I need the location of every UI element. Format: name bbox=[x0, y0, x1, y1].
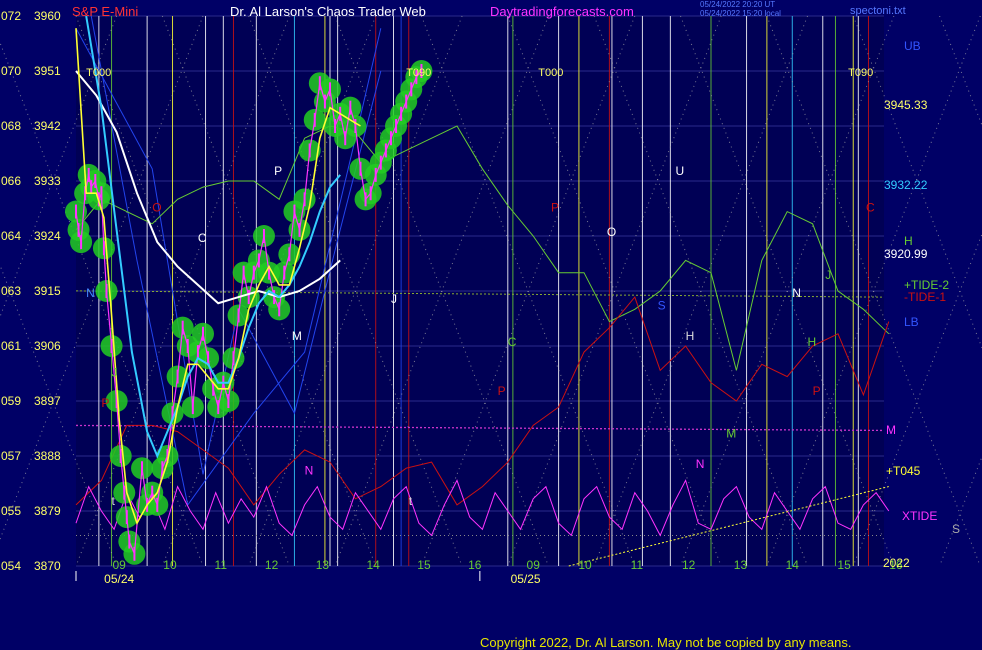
x-date-label: 05/24 bbox=[104, 572, 134, 586]
right-level-label: M bbox=[886, 423, 896, 437]
chart-letter: P bbox=[101, 396, 109, 410]
chart-letter: N bbox=[792, 286, 801, 300]
x-hour-tick: 12 bbox=[265, 558, 279, 572]
right-level-label: 3920.99 bbox=[884, 247, 928, 261]
header-timestamp: 05/24/2022 15:20 local bbox=[700, 9, 781, 18]
chart-letter: C bbox=[508, 335, 517, 349]
y-tick-inner: 3924 bbox=[34, 229, 61, 243]
x-hour-tick: 15 bbox=[417, 558, 431, 572]
x-hour-tick: 13 bbox=[734, 558, 748, 572]
cycle-label: T090 bbox=[406, 67, 431, 79]
right-level-label: LB bbox=[904, 315, 919, 329]
y-tick-inner: 3933 bbox=[34, 174, 61, 188]
y-tick-outer: 072 bbox=[1, 9, 21, 23]
x-hour-tick: 10 bbox=[578, 558, 592, 572]
x-hour-tick: 14 bbox=[367, 558, 381, 572]
chart-letter: P bbox=[274, 164, 282, 178]
chart-canvas: 072 3960 070 3951 068 3942 066 3933 064 3924 063 39… bbox=[0, 0, 982, 586]
x-hour-tick: 16 bbox=[468, 558, 482, 572]
y-tick-outer: 066 bbox=[1, 174, 21, 188]
right-level-label: H bbox=[904, 234, 913, 248]
x-date-label: 05/25 bbox=[511, 572, 541, 586]
x-hour-tick: 13 bbox=[316, 558, 330, 572]
y-tick-outer: 068 bbox=[1, 119, 21, 133]
chart-letter: J bbox=[112, 366, 118, 380]
x-hour-tick: 14 bbox=[786, 558, 800, 572]
y-tick-inner: 3897 bbox=[34, 394, 61, 408]
y-tick-inner: 3960 bbox=[34, 9, 61, 23]
x-hour-tick: 09 bbox=[527, 558, 541, 572]
copyright-notice: Copyright 2022, Dr. Al Larson. May not b… bbox=[480, 635, 852, 650]
x-hour-tick: 11 bbox=[631, 558, 644, 572]
right-level-label: 3945.33 bbox=[884, 98, 928, 112]
y-tick-outer: 059 bbox=[1, 394, 21, 408]
y-tick-outer: 054 bbox=[1, 559, 21, 573]
y-tick-outer: 070 bbox=[1, 64, 21, 78]
chart-letter: J bbox=[825, 268, 831, 282]
right-level-label: XTIDE bbox=[902, 509, 937, 523]
cycle-label: T000 bbox=[86, 67, 111, 79]
header-instrument: S&P E-Mini bbox=[72, 4, 138, 19]
y-tick-inner: 3879 bbox=[34, 504, 61, 518]
x-hour-tick: 11 bbox=[215, 558, 228, 572]
chart-letter: J bbox=[391, 292, 397, 306]
chart-letter: C bbox=[198, 231, 207, 245]
cycle-label: T000 bbox=[538, 67, 563, 79]
y-tick-outer: 063 bbox=[1, 284, 21, 298]
header-site: Daytradingforecasts.com bbox=[490, 4, 634, 19]
y-tick-outer: 055 bbox=[1, 504, 21, 518]
x-hour-tick: 15 bbox=[837, 558, 851, 572]
x-hour-tick: 09 bbox=[113, 558, 127, 572]
year-label: 2022 bbox=[883, 556, 910, 570]
right-level-label: S bbox=[952, 522, 960, 536]
x-hour-tick: 12 bbox=[682, 558, 696, 572]
y-tick-inner: 3888 bbox=[34, 449, 61, 463]
chart-letter: M bbox=[726, 427, 736, 441]
chart-letter: M bbox=[292, 329, 302, 343]
chart-letter: U bbox=[675, 164, 684, 178]
chart-letter: H bbox=[808, 335, 817, 349]
y-tick-inner: 3915 bbox=[34, 284, 61, 298]
chart-letter: S bbox=[658, 298, 666, 312]
right-level-label: -TIDE-1 bbox=[904, 290, 946, 304]
chart-letter: P bbox=[498, 384, 506, 398]
y-tick-inner: 3906 bbox=[34, 339, 61, 353]
chart-letter: C bbox=[866, 201, 875, 215]
right-level-label: UB bbox=[904, 39, 921, 53]
right-level-label: 3932.22 bbox=[884, 178, 928, 192]
chart-letter: O bbox=[152, 201, 161, 215]
cycle-label: T090 bbox=[848, 67, 873, 79]
y-tick-inner: 3942 bbox=[34, 119, 61, 133]
chart-letter: O bbox=[607, 225, 616, 239]
chart-letter: N bbox=[696, 457, 705, 471]
chart-letter: P bbox=[813, 384, 821, 398]
header-source: Dr. Al Larson's Chaos Trader Web bbox=[230, 4, 426, 19]
header-timestamp: 05/24/2022 20:20 UT bbox=[700, 0, 775, 9]
chart-letter: N bbox=[86, 286, 95, 300]
chart-letter: H bbox=[686, 329, 695, 343]
chart-letter: N bbox=[305, 463, 314, 477]
right-level-label: +T045 bbox=[886, 464, 921, 478]
chart-letter: P bbox=[551, 201, 559, 215]
y-tick-inner: 3870 bbox=[34, 559, 61, 573]
y-tick-outer: 061 bbox=[1, 339, 21, 353]
header-file: spectoni.txt bbox=[850, 5, 906, 17]
x-hour-tick: 10 bbox=[163, 558, 177, 572]
y-tick-outer: 064 bbox=[1, 229, 21, 243]
y-tick-outer: 057 bbox=[1, 449, 21, 463]
y-tick-inner: 3951 bbox=[34, 64, 61, 78]
